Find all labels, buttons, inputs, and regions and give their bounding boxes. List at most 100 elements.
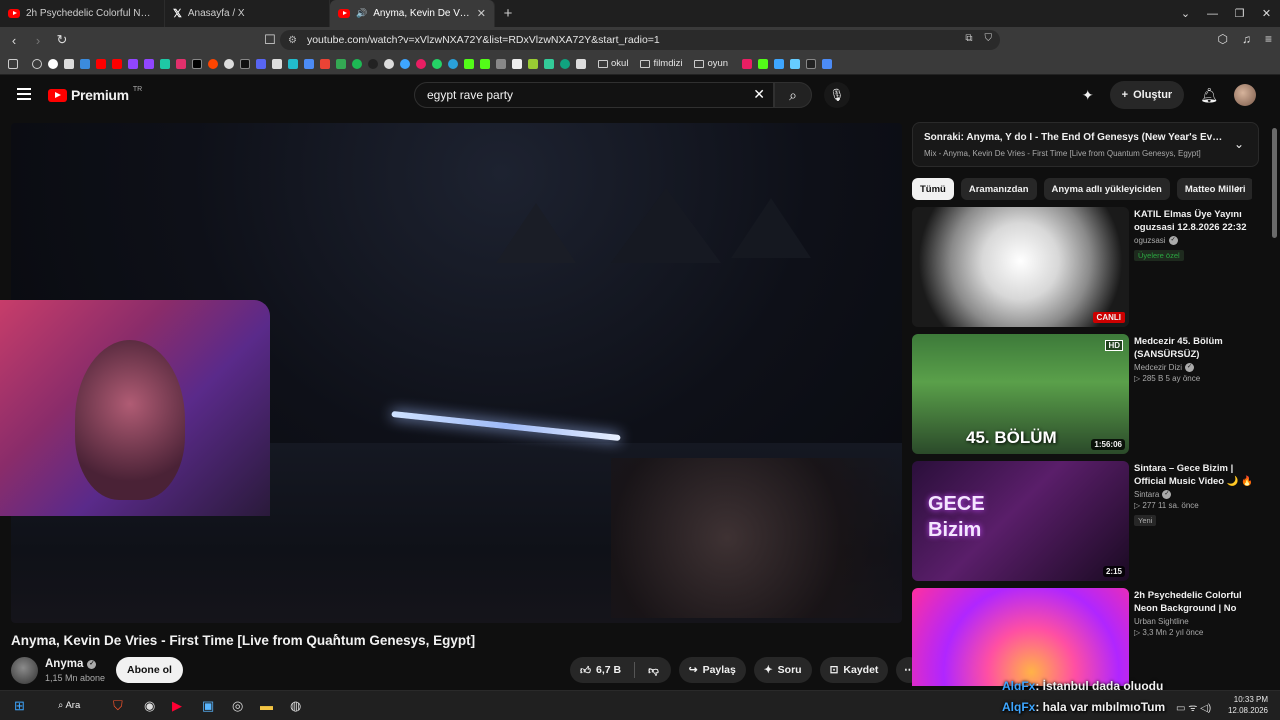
list-item[interactable]: 2h Psychedelic Colorful Neon Background …: [912, 588, 1262, 686]
browser-tab[interactable]: 𝕏 Anasayfa / X: [165, 0, 330, 27]
ask-button[interactable]: ✦ Soru: [753, 657, 812, 683]
voice-search-button[interactable]: 🎙: [824, 82, 850, 108]
bookmark-icon[interactable]: [400, 58, 410, 69]
list-item[interactable]: HD 45. BÖLÜM 1:56:06 Medcezir 45. Bölüm …: [912, 334, 1262, 454]
brave-browser-icon[interactable]: ⛉: [113, 698, 123, 714]
search-input[interactable]: egypt rave party ✕: [414, 82, 774, 108]
thumbs-down-icon[interactable]: 👎︎: [648, 664, 659, 677]
bookmark-icon[interactable]: ☐: [260, 32, 280, 48]
bookmark-folder[interactable]: filmdizi: [640, 58, 682, 69]
menu-icon[interactable]: ≡: [1265, 32, 1272, 46]
gemini-icon[interactable]: ✦: [1082, 87, 1094, 104]
bookmark-icon[interactable]: [576, 58, 586, 69]
minimize-button[interactable]: —: [1199, 0, 1226, 27]
telegram-icon[interactable]: [448, 58, 458, 69]
brave-shield-icon[interactable]: ⛉: [985, 33, 993, 44]
windows-start-icon[interactable]: ⊞: [14, 698, 25, 714]
extensions-icon[interactable]: ⬡: [1218, 32, 1228, 46]
video-thumbnail[interactable]: CANLI: [912, 207, 1129, 327]
youtube-logo[interactable]: Premium TR: [48, 86, 142, 103]
youtube-bookmark-icon[interactable]: [112, 58, 122, 69]
bookmark-icon[interactable]: [304, 58, 314, 69]
whatsapp-icon[interactable]: [432, 58, 442, 69]
create-button[interactable]: + Oluştur: [1109, 81, 1185, 109]
youtube-bookmark-icon[interactable]: [96, 58, 106, 69]
tray-icons[interactable]: ▭ ᯤ ◁): [1176, 700, 1211, 714]
scrollbar[interactable]: [1270, 116, 1278, 686]
search-button[interactable]: ⌕: [774, 82, 812, 108]
bookmark-icon[interactable]: [288, 58, 298, 69]
back-button[interactable]: ‹: [4, 33, 24, 48]
video-title[interactable]: 2h Psychedelic Colorful Neon Background …: [1134, 589, 1262, 615]
save-button[interactable]: ⊡ Kaydet: [819, 657, 889, 683]
bookmark-icon[interactable]: [528, 58, 538, 69]
chip-uploader[interactable]: Anyma adlı yükleyiciden: [1043, 178, 1170, 200]
bookmark-icon[interactable]: [496, 58, 506, 69]
chatgpt-icon[interactable]: [560, 58, 570, 69]
tiktok-icon[interactable]: [240, 58, 250, 69]
chip-from-search[interactable]: Aramanızdan: [960, 178, 1037, 200]
bookmark-folder[interactable]: okul: [598, 58, 628, 69]
share-button[interactable]: ↪ Paylaş: [678, 657, 746, 683]
channel-avatar[interactable]: [11, 657, 38, 684]
chip-related[interactable]: Matteo Milleri: [1176, 178, 1252, 200]
channel-name[interactable]: Anyma ✓: [45, 658, 97, 670]
bookmark-icon[interactable]: [512, 58, 522, 69]
google-icon[interactable]: [48, 58, 58, 69]
bookmark-icon[interactable]: [368, 58, 378, 69]
chevron-down-icon[interactable]: ⌄: [1172, 0, 1199, 27]
taskbar-search[interactable]: ⌕ Ara: [58, 700, 80, 711]
open-external-icon[interactable]: ⧉: [965, 33, 972, 44]
bookmark-icon[interactable]: [806, 58, 817, 69]
channel-name[interactable]: oguzsasi ✓: [1134, 236, 1262, 245]
steam-icon[interactable]: ◍: [290, 698, 301, 714]
photos-icon[interactable]: ▣: [202, 698, 214, 714]
gmail-icon[interactable]: [320, 58, 330, 69]
kick-icon[interactable]: [758, 58, 769, 69]
bookmark-icon[interactable]: [160, 58, 170, 69]
up-next-panel[interactable]: Sonraki: Anyma, Y do I - The End Of Gene…: [912, 122, 1259, 167]
app-icon[interactable]: ◎: [232, 698, 243, 714]
video-thumbnail[interactable]: HD 45. BÖLÜM 1:56:06: [912, 334, 1129, 454]
discord-icon[interactable]: [256, 58, 266, 69]
list-item[interactable]: GECE Bizim 2:15 Sintara – Gece Bizim | O…: [912, 461, 1262, 581]
reddit-icon[interactable]: [208, 58, 218, 69]
new-tab-button[interactable]: +: [495, 0, 521, 27]
bookmark-icon[interactable]: [544, 58, 554, 69]
bookmark-icon[interactable]: [822, 58, 833, 69]
reload-button[interactable]: ↻: [52, 32, 72, 48]
media-icon[interactable]: ♫: [1242, 32, 1251, 46]
menu-icon[interactable]: [17, 88, 31, 100]
video-title[interactable]: Medcezir 45. Bölüm (SANSÜRSÜZ): [1134, 335, 1262, 361]
bookmark-icon[interactable]: [742, 58, 753, 69]
video-title[interactable]: Sintara – Gece Bizim | Official Music Vi…: [1134, 462, 1262, 488]
spotify-icon[interactable]: [352, 58, 362, 69]
bookmark-icon[interactable]: [64, 58, 74, 69]
bookmark-icon[interactable]: [224, 58, 234, 69]
scrollbar-thumb[interactable]: [1272, 128, 1277, 238]
channel-name[interactable]: Sintara ✓: [1134, 490, 1262, 499]
chevron-right-icon[interactable]: ›: [1236, 181, 1240, 195]
notifications-icon[interactable]: 🔔︎: [1200, 87, 1218, 104]
channel-name[interactable]: Medcezir Dizi ✓: [1134, 363, 1262, 372]
clear-search-icon[interactable]: ✕: [753, 86, 765, 103]
avatar[interactable]: [1234, 84, 1256, 106]
chevron-down-icon[interactable]: ⌄: [1234, 137, 1244, 151]
chip-all[interactable]: Tümü: [912, 178, 954, 200]
kick-icon[interactable]: [480, 58, 490, 69]
app-icon[interactable]: ◉: [144, 698, 155, 714]
x-bookmark-icon[interactable]: [192, 58, 202, 69]
browser-tab[interactable]: 2h Psychedelic Colorful Neon Backg: [0, 0, 165, 27]
github-icon[interactable]: [384, 58, 394, 69]
site-info-icon[interactable]: ⚙: [288, 35, 297, 46]
close-icon[interactable]: ✕: [477, 7, 486, 20]
close-window-button[interactable]: ✕: [1253, 0, 1280, 27]
youtube-music-icon[interactable]: ▶: [172, 698, 182, 714]
forward-button[interactable]: ›: [28, 33, 48, 48]
address-bar[interactable]: ⚙ youtube.com/watch?v=xVlzwNXA72Y&list=R…: [280, 30, 1000, 50]
subscribe-button[interactable]: Abone ol: [116, 657, 183, 683]
list-item[interactable]: CANLI KATIL Elmas Üye Yayını oguzsasi 12…: [912, 207, 1262, 327]
twitch-icon[interactable]: [144, 58, 154, 69]
clock[interactable]: 10:33 PM 12.08.2026: [1228, 694, 1268, 716]
video-title[interactable]: KATIL Elmas Üye Yayını oguzsasi 12.8.202…: [1134, 208, 1262, 234]
